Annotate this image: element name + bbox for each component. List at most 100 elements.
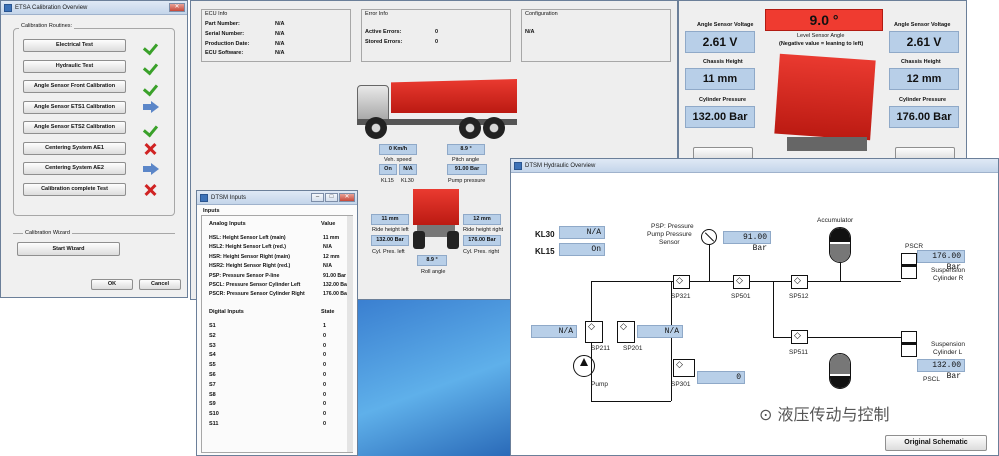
kl15-label: KL15 bbox=[535, 247, 555, 256]
pressure-gauge-icon bbox=[701, 229, 717, 245]
cyl-pressure-right-label: Cyl. Pres. right bbox=[463, 249, 500, 255]
sp511-valve-icon bbox=[791, 330, 808, 344]
routine-button-8[interactable]: Calibration complete Test bbox=[23, 182, 126, 196]
suspension-r-label-1: Suspension bbox=[931, 267, 965, 274]
truck-rear-wheel-2 bbox=[483, 117, 505, 139]
sp512-label: SP512 bbox=[789, 293, 809, 300]
truck-cab bbox=[357, 85, 389, 121]
right-pressure-display: 176.00 Bar bbox=[889, 106, 959, 128]
sp211-label: SP211 bbox=[591, 345, 611, 352]
level-truck-rear bbox=[774, 53, 877, 159]
digital-row-value: 0 bbox=[323, 332, 327, 339]
pump-label: Pump bbox=[591, 381, 608, 388]
kl30-label: KL30 bbox=[535, 230, 555, 239]
routine-button-4[interactable]: Angle Sensor ETS1 Calibration bbox=[23, 100, 126, 114]
analog-row-name: HSL: Height Sensor Left (main) bbox=[209, 235, 286, 241]
accumulator-bottom-icon bbox=[829, 353, 851, 389]
level-angle-display: 9.0 ° bbox=[765, 9, 883, 31]
inputs-title: DTSM Inputs bbox=[211, 195, 247, 201]
routine-button-2[interactable]: Hydraulic Test bbox=[23, 59, 126, 73]
routine-button-7[interactable]: Centering System AE2 bbox=[23, 162, 126, 175]
right-height-label: Chassis Height bbox=[901, 59, 941, 65]
pscl-value: 132.00 Bar bbox=[917, 359, 965, 381]
cyl-pressure-left-label: Cyl. Pres. left bbox=[372, 249, 405, 255]
analog-header: Analog Inputs bbox=[209, 221, 246, 227]
kl30-display: N/A bbox=[399, 164, 417, 175]
routines-heading: Calibration Routines: bbox=[19, 23, 75, 29]
return-line-bottom bbox=[591, 401, 671, 402]
truck-rear-wheel-1 bbox=[459, 117, 481, 139]
digital-row-name: S8 bbox=[209, 391, 216, 398]
digital-row-name: S3 bbox=[209, 342, 216, 349]
sp512-valve-icon bbox=[791, 275, 808, 289]
analog-row-name: PSCR: Pressure Sensor Cylinder Right bbox=[209, 291, 305, 298]
sp321-label: SP321 bbox=[671, 293, 691, 300]
ecu-info-heading: ECU Info bbox=[205, 11, 228, 17]
suspension-cylinder-r-icon bbox=[901, 253, 917, 279]
analog-value-header: Value bbox=[321, 221, 336, 227]
analog-row-value: 176.00 Bar bbox=[323, 291, 349, 298]
active-errors-value: 0 bbox=[435, 29, 439, 35]
original-schematic-button[interactable]: Original Schematic bbox=[885, 435, 987, 451]
analog-row-value: 11 mm bbox=[323, 235, 340, 241]
suspension-l-label-1: Suspension bbox=[931, 341, 965, 348]
routine-button-5[interactable]: Angle Sensor ETS2 Calibration bbox=[23, 121, 126, 134]
pscr-label: PSCR bbox=[905, 243, 924, 250]
inputs-titlebar[interactable]: DTSM Inputs – □ ✕ bbox=[197, 191, 357, 205]
sp511-label: SP511 bbox=[789, 349, 809, 356]
routine-button-3[interactable]: Angle Sensor Front Calibration bbox=[23, 80, 126, 93]
analog-row-value: N/A bbox=[323, 263, 332, 270]
psp-label-1: PSP: Pressure bbox=[651, 223, 694, 230]
routine-button-6[interactable]: Centering System AE1 bbox=[23, 141, 126, 155]
vehicle-speed-label: Veh. speed bbox=[384, 157, 412, 163]
pscr-value: 176.00 Bar bbox=[917, 250, 965, 272]
digital-row-value: 0 bbox=[323, 411, 327, 418]
minimize-icon[interactable]: – bbox=[311, 193, 324, 202]
kl15-label: KL15 bbox=[381, 178, 394, 184]
check-icon bbox=[143, 81, 159, 95]
check-icon bbox=[143, 122, 159, 136]
part-number-label: Part Number: bbox=[205, 21, 240, 27]
arrow-right-icon bbox=[143, 101, 159, 113]
pitch-angle-label: Pitch angle bbox=[452, 157, 480, 163]
hydraulic-titlebar[interactable]: DTSM Hydraulic Overview bbox=[511, 159, 998, 173]
close-icon[interactable]: ✕ bbox=[339, 193, 355, 202]
serial-number-value: N/A bbox=[275, 31, 285, 37]
configuration-value: N/A bbox=[525, 29, 535, 35]
kl15-value: On bbox=[559, 243, 605, 256]
ok-button[interactable]: OK bbox=[91, 279, 133, 290]
inputs-scrollbar[interactable] bbox=[347, 216, 353, 452]
start-wizard-button[interactable]: Start Wizard bbox=[17, 242, 120, 256]
analog-row-value: 91.00 Bar bbox=[323, 272, 347, 279]
cross-icon bbox=[143, 142, 157, 156]
wechat-icon: ⊙ bbox=[759, 405, 778, 424]
app-icon bbox=[4, 4, 12, 12]
roll-angle-label: Roll angle bbox=[421, 269, 446, 275]
digital-row-value: 0 bbox=[323, 401, 327, 408]
analog-row-name: HSR: Height Sensor Right (main) bbox=[209, 253, 290, 260]
digital-row-value: 0 bbox=[323, 372, 327, 378]
close-icon[interactable]: ✕ bbox=[169, 3, 185, 12]
ride-height-right-display: 12 mm bbox=[463, 214, 501, 225]
maximize-icon[interactable]: □ bbox=[325, 193, 338, 202]
sp301-value: 0 bbox=[697, 371, 745, 384]
level-truck-body bbox=[774, 53, 876, 141]
analog-row-name: HSL2: Height Sensor Left (red.) bbox=[209, 244, 286, 251]
cyl-pressure-left-display: 132.00 Bar bbox=[371, 235, 409, 246]
rear-dump-body bbox=[413, 189, 459, 225]
stored-errors-value: 0 bbox=[435, 39, 439, 45]
digital-row-name: S4 bbox=[209, 352, 216, 359]
calibration-titlebar[interactable]: ETSA Calibration Overview ✕ bbox=[1, 1, 187, 15]
routine-button-1[interactable]: Electrical Test bbox=[23, 39, 126, 52]
active-errors-label: Active Errors: bbox=[365, 29, 402, 35]
truck-front-wheel bbox=[365, 117, 387, 139]
app-icon bbox=[514, 162, 522, 170]
analog-row-name: PSP: Pressure Sensor P-line bbox=[209, 272, 280, 279]
wizard-heading: Calibration Wizard bbox=[23, 230, 72, 236]
digital-row-name: S6 bbox=[209, 372, 216, 378]
part-number-value: N/A bbox=[275, 21, 285, 27]
sp501-label: SP501 bbox=[731, 293, 751, 300]
cancel-button[interactable]: Cancel bbox=[139, 279, 181, 290]
sp201-value: N/A bbox=[637, 325, 683, 338]
digital-row-name: S2 bbox=[209, 332, 216, 339]
